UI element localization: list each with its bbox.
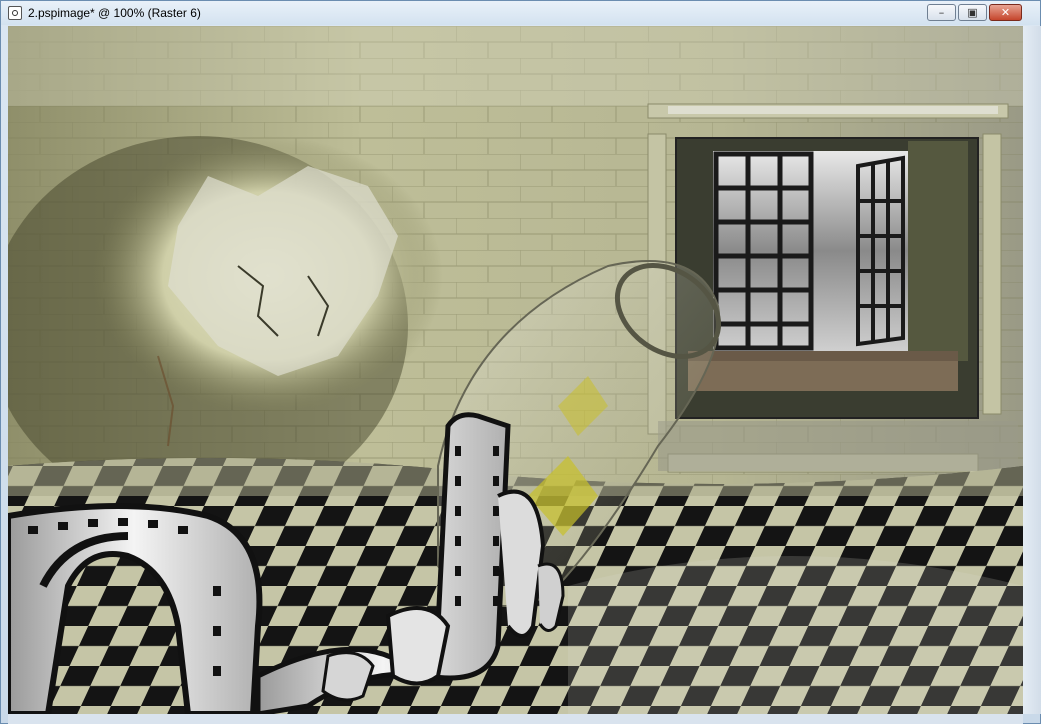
window-title: 2.pspimage* @ 100% (Raster 6) bbox=[28, 6, 201, 20]
close-button[interactable]: ✕ bbox=[989, 4, 1022, 21]
image-canvas[interactable] bbox=[8, 26, 1023, 714]
image-document-icon[interactable] bbox=[8, 6, 22, 20]
maximize-button[interactable]: ▣ bbox=[958, 4, 987, 21]
window-controls: – ▣ ✕ bbox=[927, 4, 1022, 21]
canvas-artwork bbox=[8, 26, 1023, 714]
horizontal-scrollbar[interactable] bbox=[8, 714, 1023, 724]
close-icon: ✕ bbox=[1000, 6, 1011, 19]
image-window: 2.pspimage* @ 100% (Raster 6) – ▣ ✕ bbox=[0, 0, 1041, 724]
restore-icon: ▣ bbox=[967, 6, 978, 19]
vertical-scrollbar[interactable] bbox=[1023, 26, 1041, 714]
minimize-button[interactable]: – bbox=[927, 4, 956, 21]
minimize-icon: – bbox=[938, 6, 945, 19]
title-bar[interactable]: 2.pspimage* @ 100% (Raster 6) – ▣ ✕ bbox=[1, 1, 1040, 25]
